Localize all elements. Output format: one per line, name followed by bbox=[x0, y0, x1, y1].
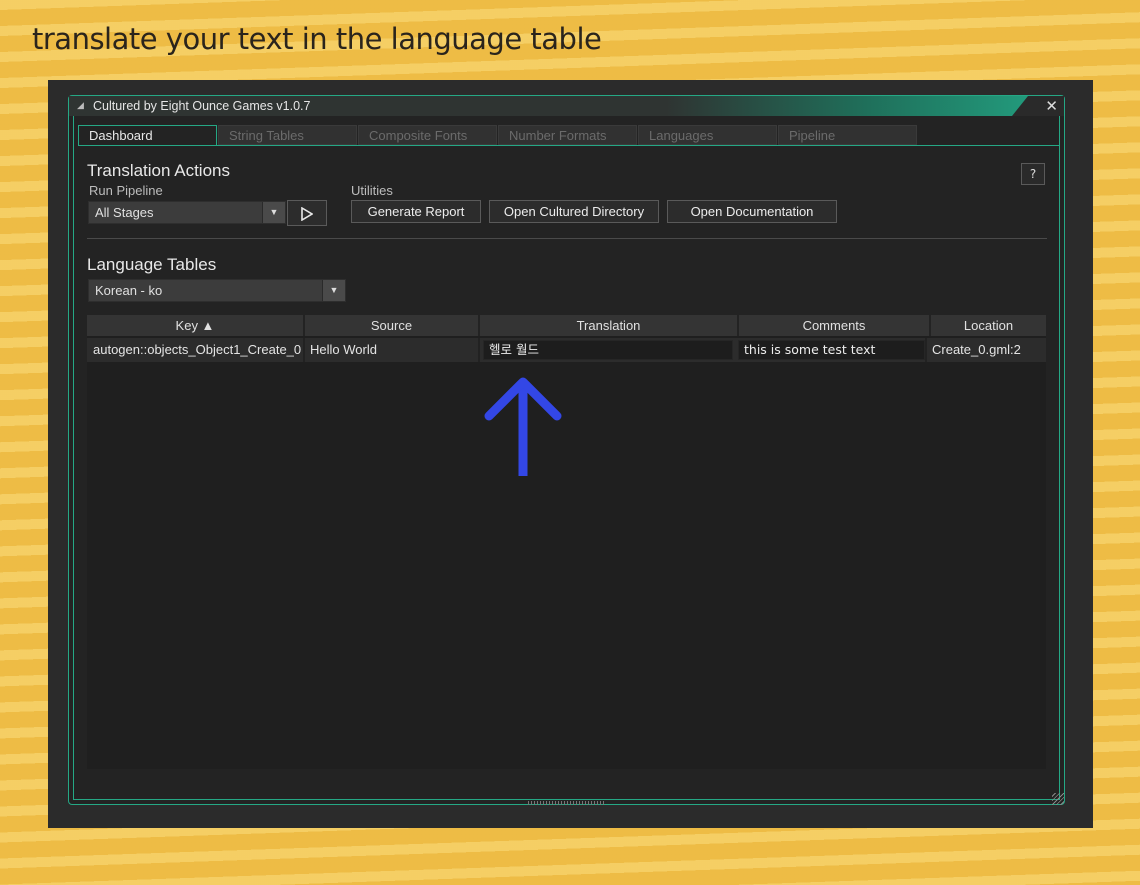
cell-key: autogen::objects_Object1_Create_0 bbox=[93, 342, 302, 357]
column-header-translation[interactable]: Translation bbox=[480, 315, 739, 336]
run-pipeline-button[interactable] bbox=[287, 200, 327, 226]
window-title: Cultured by Eight Ounce Games v1.0.7 bbox=[93, 99, 311, 113]
cell-source: Hello World bbox=[310, 342, 377, 357]
tab-composite-fonts[interactable]: Composite Fonts bbox=[358, 125, 497, 145]
translation-input[interactable]: 헬로 월드 bbox=[483, 340, 733, 360]
generate-report-button[interactable]: Generate Report bbox=[351, 200, 481, 223]
column-header-source[interactable]: Source bbox=[305, 315, 480, 336]
open-documentation-button[interactable]: Open Documentation bbox=[667, 200, 837, 223]
translation-actions-title: Translation Actions bbox=[87, 161, 230, 180]
play-icon bbox=[301, 206, 314, 221]
run-pipeline-value: All Stages bbox=[95, 205, 154, 220]
column-separator bbox=[478, 338, 480, 362]
run-pipeline-label: Run Pipeline bbox=[89, 183, 163, 198]
tab-number-formats[interactable]: Number Formats bbox=[498, 125, 637, 145]
tab-pipeline[interactable]: Pipeline bbox=[778, 125, 917, 145]
table-header: Key ▲ Source Translation Comments Locati… bbox=[87, 315, 1046, 336]
help-icon[interactable]: ? bbox=[1021, 163, 1045, 185]
up-arrow-annotation-icon bbox=[484, 377, 562, 476]
close-icon[interactable]: ✕ bbox=[1012, 96, 1064, 116]
chevron-down-icon: ▼ bbox=[322, 280, 345, 301]
window-titlebar[interactable]: ◢ Cultured by Eight Ounce Games v1.0.7 ✕ bbox=[69, 96, 1064, 116]
cell-location: Create_0.gml:2 bbox=[932, 342, 1021, 357]
language-table: Key ▲ Source Translation Comments Locati… bbox=[87, 315, 1046, 769]
collapse-triangle-icon[interactable]: ◢ bbox=[77, 96, 84, 116]
tab-string-tables[interactable]: String Tables bbox=[218, 125, 357, 145]
language-tables-title: Language Tables bbox=[87, 255, 217, 274]
language-select-value: Korean - ko bbox=[95, 283, 163, 298]
table-row: autogen::objects_Object1_Create_0 Hello … bbox=[87, 338, 1046, 362]
language-select[interactable]: Korean - ko ▼ bbox=[88, 279, 346, 302]
section-divider bbox=[87, 238, 1047, 239]
tab-languages[interactable]: Languages bbox=[638, 125, 777, 145]
chevron-down-icon: ▼ bbox=[262, 202, 285, 223]
column-header-comments[interactable]: Comments bbox=[739, 315, 931, 336]
tab-underline bbox=[78, 145, 1059, 146]
comments-input[interactable]: this is some test text bbox=[738, 340, 925, 360]
column-header-key[interactable]: Key ▲ bbox=[87, 315, 305, 336]
run-pipeline-select[interactable]: All Stages ▼ bbox=[88, 201, 286, 224]
page-headline: translate your text in the language tabl… bbox=[32, 22, 602, 56]
utilities-label: Utilities bbox=[351, 183, 393, 198]
corner-resize-grip[interactable] bbox=[1052, 793, 1064, 805]
tab-dashboard[interactable]: Dashboard bbox=[78, 125, 217, 145]
open-cultured-directory-button[interactable]: Open Cultured Directory bbox=[489, 200, 659, 223]
column-header-location[interactable]: Location bbox=[931, 315, 1046, 336]
resize-grip[interactable] bbox=[528, 801, 606, 805]
